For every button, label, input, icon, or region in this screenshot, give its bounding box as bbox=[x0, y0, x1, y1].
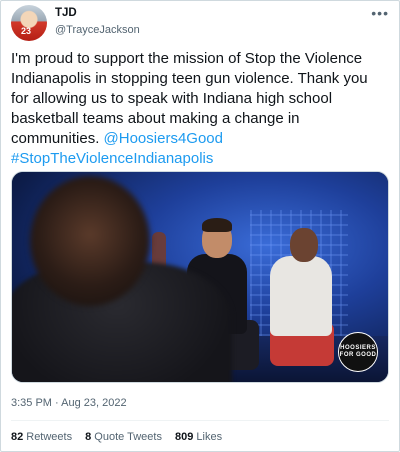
tweet-text-line: for allowing us to speak with Indiana hi… bbox=[11, 90, 333, 107]
retweets-stat[interactable]: 82 Retweets bbox=[11, 431, 72, 443]
quote-tweets-count: 8 bbox=[85, 431, 92, 443]
tweet-text-line: Indianapolis in stopping teen gun violen… bbox=[11, 70, 368, 87]
author-handle[interactable]: @TrayceJackson bbox=[55, 24, 140, 36]
tweet-card: 23 TJD @TrayceJackson ••• I'm proud to s… bbox=[0, 0, 400, 452]
more-options-icon[interactable]: ••• bbox=[371, 5, 389, 21]
avatar-jersey-number: 23 bbox=[21, 26, 32, 36]
avatar[interactable]: 23 bbox=[11, 5, 47, 41]
tweet-text-segment: communities. bbox=[11, 130, 104, 147]
photo-foreground-audience-head bbox=[30, 176, 150, 306]
retweets-count: 82 bbox=[11, 431, 24, 443]
mention-link[interactable]: @Hoosiers4Good bbox=[104, 130, 223, 147]
photo-seated-person-head bbox=[290, 228, 318, 262]
quote-tweets-label: Quote Tweets bbox=[94, 431, 162, 443]
tweet-text-line: #StopTheViolenceIndianapolis bbox=[11, 149, 391, 169]
photo-speaker-hair bbox=[202, 218, 232, 232]
hashtag-link[interactable]: #StopTheViolenceIndianapolis bbox=[11, 150, 213, 167]
tweet-text-line: basketball teams about making a change i… bbox=[11, 110, 300, 127]
logo-badge-text: HOOSIERS FOR GOOD bbox=[339, 345, 377, 358]
likes-stat[interactable]: 809 Likes bbox=[175, 431, 222, 443]
tweet-timestamp[interactable]: 3:35 PM · Aug 23, 2022 bbox=[11, 397, 127, 409]
hoosiers-for-good-logo: HOOSIERS FOR GOOD bbox=[338, 332, 378, 372]
tweet-text-line: communities. @Hoosiers4Good bbox=[11, 129, 391, 149]
tweet-text: I'm proud to support the mission of Stop… bbox=[11, 49, 391, 169]
likes-label: Likes bbox=[196, 431, 223, 443]
author-display-name[interactable]: TJD bbox=[55, 7, 77, 19]
likes-count: 809 bbox=[175, 431, 194, 443]
divider bbox=[11, 420, 389, 421]
tweet-photo[interactable]: HOOSIERS FOR GOOD bbox=[11, 171, 389, 383]
tweet-stats: 82 Retweets 8 Quote Tweets 809 Likes bbox=[11, 431, 232, 445]
tweet-text-line: I'm proud to support the mission of Stop… bbox=[11, 50, 363, 67]
retweets-label: Retweets bbox=[26, 431, 73, 443]
quote-tweets-stat[interactable]: 8 Quote Tweets bbox=[85, 431, 162, 443]
photo-seated-person-body bbox=[270, 256, 332, 336]
tweet-header: 23 TJD @TrayceJackson ••• bbox=[11, 5, 389, 45]
